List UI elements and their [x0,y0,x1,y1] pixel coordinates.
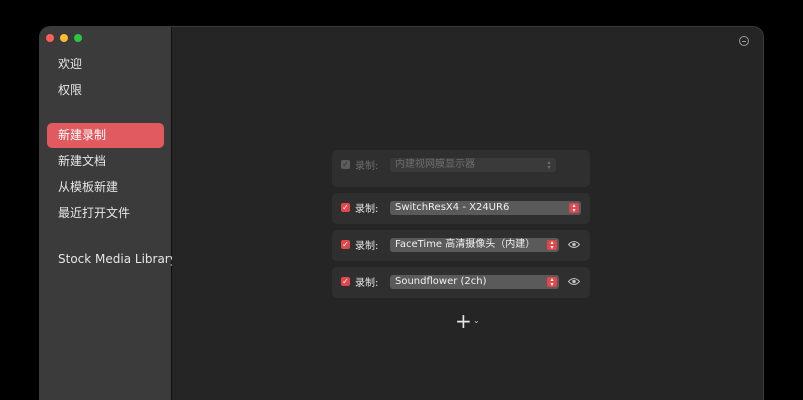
recording-source-row: ✓ 录制: FaceTime 高清摄像头（内建） ▴ ▾ [332,230,590,261]
record-label: 录制: [355,161,379,172]
checkmark-icon: ✓ [341,160,350,169]
chevron-down-icon[interactable]: ⌄ [473,316,480,325]
updown-chevron-icon: ▴ ▾ [569,203,579,214]
sidebar-item-permissions[interactable]: 权限 [47,78,164,103]
sidebar-item-new-document[interactable]: 新建文档 [47,149,164,174]
checkmark-icon[interactable]: ✓ [341,277,350,286]
record-label: 录制: [355,204,379,215]
source-select-audio[interactable]: Soundflower (2ch) ▴ ▾ [390,275,559,289]
updown-chevron-icon: ▴ ▾ [547,277,557,288]
eye-icon[interactable] [568,277,580,286]
updown-chevron-icon: ▴ ▾ [547,240,557,251]
source-select-value: Soundflower (2ch) [395,276,487,287]
zoom-window-button[interactable] [74,34,82,42]
source-select-camera[interactable]: FaceTime 高清摄像头（内建） ▴ ▾ [390,238,559,252]
sidebar-item-new-recording[interactable]: 新建录制 [47,123,164,148]
source-select-display[interactable]: SwitchResX4 - X24UR6 ▴ ▾ [390,201,581,215]
record-label: 录制: [355,241,379,252]
record-label: 录制: [355,278,379,289]
close-window-button[interactable] [46,34,54,42]
source-select-value: SwitchResX4 - X24UR6 [395,202,510,213]
plus-icon[interactable]: + [455,311,472,331]
minimize-circle-icon[interactable] [739,36,749,46]
sidebar-item-welcome[interactable]: 欢迎 [47,52,164,77]
recording-source-row: ✓ 录制: Soundflower (2ch) ▴ ▾ [332,267,590,298]
minimize-window-button[interactable] [60,34,68,42]
recording-source-row: ✓ 录制: 内建视网膜显示器 ▴ ▾ [332,150,590,187]
app-window: 欢迎 权限 新建录制 新建文档 从模板新建 最近打开文件 Stock Media… [40,27,763,400]
sidebar-item-new-from-template[interactable]: 从模板新建 [47,175,164,200]
source-select-value: 内建视网膜显示器 [395,159,475,170]
source-select-value: FaceTime 高清摄像头（内建） [395,239,536,250]
recording-source-row: ✓ 录制: SwitchResX4 - X24UR6 ▴ ▾ [332,193,590,224]
sidebar: 欢迎 权限 新建录制 新建文档 从模板新建 最近打开文件 Stock Media… [40,27,177,400]
sidebar-item-stock-media[interactable]: Stock Media Library [47,247,177,272]
main-panel: ✓ 录制: 内建视网膜显示器 ▴ ▾ ✓ 录制: SwitchResX4 - X2… [172,27,763,400]
sidebar-item-recent-files[interactable]: 最近打开文件 [47,201,164,226]
checkmark-icon[interactable]: ✓ [341,240,350,249]
updown-chevron-icon: ▴ ▾ [547,159,551,171]
eye-icon[interactable] [568,240,580,249]
checkmark-icon[interactable]: ✓ [341,203,350,212]
source-select-display: 内建视网膜显示器 ▴ ▾ [390,158,556,172]
